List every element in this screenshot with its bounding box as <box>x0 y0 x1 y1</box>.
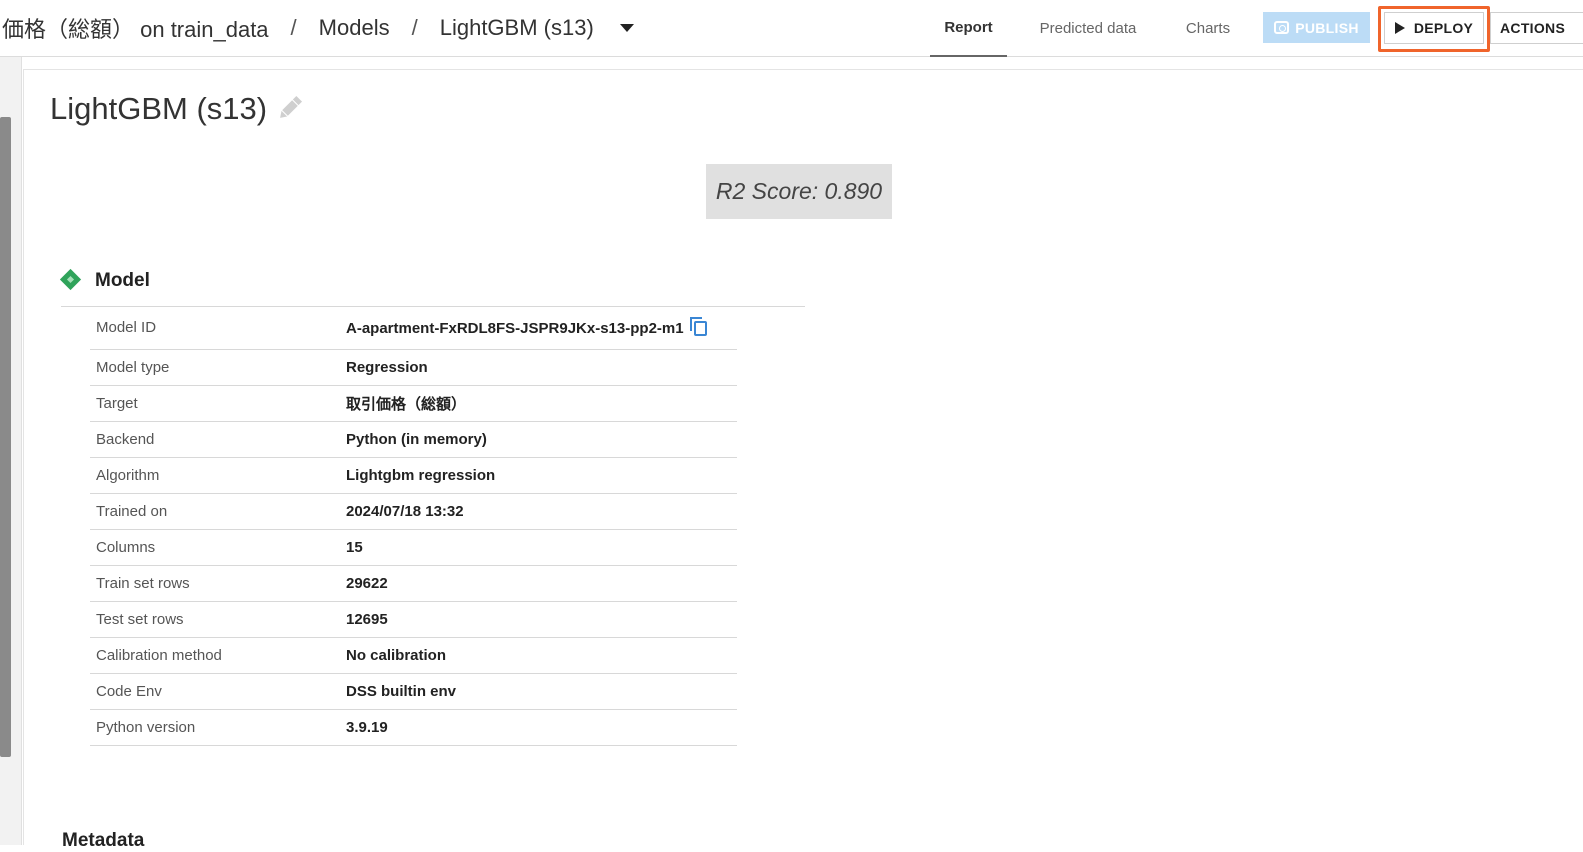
publish-button-label: PUBLISH <box>1295 19 1359 36</box>
breadcrumb-separator: / <box>290 15 297 40</box>
property-value: Python (in memory) <box>342 421 737 458</box>
r2-score-badge: R2 Score: 0.890 <box>706 164 892 219</box>
pencil-icon[interactable] <box>275 93 305 123</box>
property-key: Target <box>90 385 342 422</box>
tab-predicted-data[interactable]: Predicted data <box>1007 0 1169 57</box>
model-id-value: A-apartment-FxRDL8FS-JSPR9JKx-s13-pp2-m1 <box>346 320 684 338</box>
section-title: Model <box>95 270 150 291</box>
property-value: A-apartment-FxRDL8FS-JSPR9JKx-s13-pp2-m1 <box>342 307 737 350</box>
left-panel-strip <box>0 57 22 845</box>
property-value: Regression <box>342 349 737 386</box>
dashboard-icon <box>1274 21 1290 34</box>
deploy-button[interactable]: DEPLOY <box>1384 12 1484 44</box>
model-icon <box>59 268 82 291</box>
property-key: Model type <box>90 349 342 386</box>
property-key: Calibration method <box>90 637 342 674</box>
copy-icon[interactable] <box>689 317 707 337</box>
property-key: Backend <box>90 421 342 458</box>
scrollbar-thumb[interactable] <box>0 117 11 757</box>
page-title: LightGBM (s13) <box>50 91 268 126</box>
model-properties-table: Model ID A-apartment-FxRDL8FS-JSPR9JKx-s… <box>90 307 737 746</box>
property-value: No calibration <box>342 637 737 674</box>
table-row: Code Env DSS builtin env <box>90 673 737 710</box>
breadcrumb-item-analysis[interactable]: 価格（総額） on train_data <box>2 12 269 44</box>
metadata-section-title: Metadata <box>62 830 145 851</box>
tab-report[interactable]: Report <box>930 0 1007 57</box>
report-content: LightGBM (s13) R2 Score: 0.890 Model Mod… <box>23 69 1583 851</box>
property-key: Python version <box>90 709 342 746</box>
property-key: Model ID <box>90 307 342 350</box>
chevron-down-icon[interactable] <box>619 24 634 32</box>
property-value: 3.9.19 <box>342 709 737 746</box>
property-value: 2024/07/18 13:32 <box>342 493 737 530</box>
table-row: Calibration method No calibration <box>90 637 737 674</box>
publish-button[interactable]: PUBLISH <box>1263 12 1370 43</box>
property-key: Code Env <box>90 673 342 710</box>
property-value: 29622 <box>342 565 737 602</box>
table-row: Trained on 2024/07/18 13:32 <box>90 493 737 530</box>
breadcrumb: 価格（総額） on train_data / Models / LightGBM… <box>2 12 634 44</box>
table-row: Target 取引価格（総額） <box>90 385 737 422</box>
tab-charts[interactable]: Charts <box>1169 0 1247 57</box>
property-key: Columns <box>90 529 342 566</box>
table-row: Python version 3.9.19 <box>90 709 737 746</box>
breadcrumb-separator: / <box>411 15 418 40</box>
actions-button-label: ACTIONS <box>1500 20 1566 36</box>
property-key: Algorithm <box>90 457 342 494</box>
property-key: Trained on <box>90 493 342 530</box>
actions-button[interactable]: ACTIONS <box>1490 12 1583 44</box>
property-value: DSS builtin env <box>342 673 737 710</box>
deploy-button-label: DEPLOY <box>1413 20 1474 36</box>
table-row: Train set rows 29622 <box>90 565 737 602</box>
property-value: 12695 <box>342 601 737 638</box>
property-value: Lightgbm regression <box>342 457 737 494</box>
breadcrumb-item-model: LightGBM (s13) <box>439 15 594 40</box>
table-row: Backend Python (in memory) <box>90 421 737 458</box>
property-key: Test set rows <box>90 601 342 638</box>
table-row: Test set rows 12695 <box>90 601 737 638</box>
table-row: Model type Regression <box>90 349 737 386</box>
model-section-header: Model <box>59 266 805 307</box>
top-bar: 価格（総額） on train_data / Models / LightGBM… <box>0 0 1583 57</box>
play-icon <box>1394 22 1405 34</box>
property-key: Train set rows <box>90 565 342 602</box>
property-value: 15 <box>342 529 737 566</box>
table-row: Algorithm Lightgbm regression <box>90 457 737 494</box>
tab-bar: Report Predicted data Charts <box>930 0 1247 57</box>
property-value: 取引価格（総額） <box>342 385 737 422</box>
table-row: Columns 15 <box>90 529 737 566</box>
table-row: Model ID A-apartment-FxRDL8FS-JSPR9JKx-s… <box>90 307 737 350</box>
breadcrumb-item-models[interactable]: Models <box>319 15 390 41</box>
